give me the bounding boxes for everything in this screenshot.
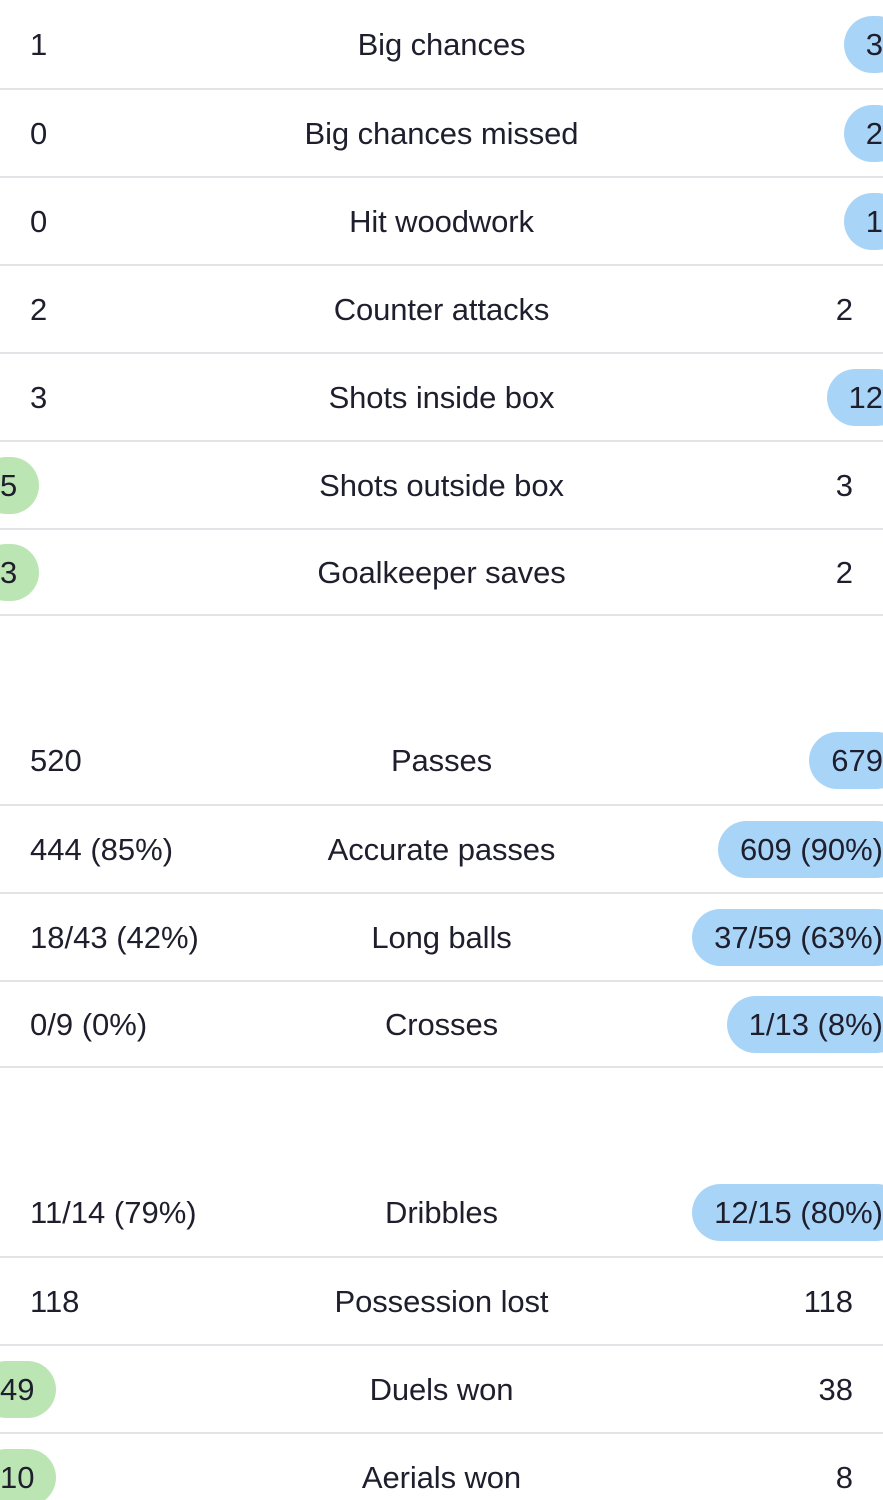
home-value: 3 xyxy=(30,379,48,415)
stat-row: 5 Shots outside box 3 xyxy=(0,440,883,528)
away-value-cell: 2 xyxy=(583,266,883,352)
stat-row: 0/9 (0%) Crosses 1/13 (8%) xyxy=(0,980,883,1068)
stat-row: 1 Big chances 3 xyxy=(0,0,883,88)
stat-label: Possession lost xyxy=(334,1283,549,1319)
home-value-cell: 0/9 (0%) xyxy=(0,982,300,1066)
away-value: 1/13 (8%) xyxy=(726,995,883,1053)
stat-section-attacking: 1 Big chances 3 0 Big chances missed 2 0 Hit wo… xyxy=(0,0,883,616)
stat-label: Big chances missed xyxy=(304,115,579,151)
away-value: 679 xyxy=(809,731,883,789)
home-value-cell: 18/43 (42%) xyxy=(0,894,300,980)
stat-label: Accurate passes xyxy=(327,831,556,867)
away-value: 609 (90%) xyxy=(717,820,883,878)
stat-row: 3 Goalkeeper saves 2 xyxy=(0,528,883,616)
home-value-cell: 0 xyxy=(0,90,300,176)
home-value-cell: 5 xyxy=(0,442,300,528)
stat-row: 0 Hit woodwork 1 xyxy=(0,176,883,264)
home-value: 0 xyxy=(30,203,48,239)
home-value-cell: 10 xyxy=(0,1434,300,1500)
stat-label: Counter attacks xyxy=(333,291,550,327)
away-value-cell: 1 xyxy=(583,178,883,264)
home-value-cell: 0 xyxy=(0,178,300,264)
stat-label: Duels won xyxy=(369,1371,514,1407)
home-value: 2 xyxy=(30,291,48,327)
stat-section-passes: 520 Passes 679 444 (85%) Accurate passes 609 … xyxy=(0,716,883,1068)
stat-label: Shots inside box xyxy=(328,379,555,415)
stat-row: 11/14 (79%) Dribbles 12/15 (80%) xyxy=(0,1168,883,1256)
away-value-cell: 37/59 (63%) xyxy=(583,894,883,980)
away-value: 2 xyxy=(835,554,853,590)
stat-row: 520 Passes 679 xyxy=(0,716,883,804)
away-value: 38 xyxy=(818,1371,853,1407)
away-value-cell: 12/15 (80%) xyxy=(583,1168,883,1256)
away-value: 3 xyxy=(835,467,853,503)
stat-row: 49 Duels won 38 xyxy=(0,1344,883,1432)
away-value-cell: 609 (90%) xyxy=(583,806,883,892)
away-value: 8 xyxy=(835,1459,853,1495)
away-value: 1 xyxy=(843,192,883,250)
away-value-cell: 1/13 (8%) xyxy=(583,982,883,1066)
home-value-cell: 49 xyxy=(0,1346,300,1432)
stat-label: Dribbles xyxy=(385,1194,498,1230)
away-value: 2 xyxy=(835,291,853,327)
home-value: 520 xyxy=(30,742,82,778)
home-value: 49 xyxy=(0,1360,57,1418)
away-value-cell: 12 xyxy=(583,354,883,440)
home-value-cell: 3 xyxy=(0,354,300,440)
home-value: 0 xyxy=(30,115,48,151)
away-value-cell: 679 xyxy=(583,716,883,804)
away-value: 12/15 (80%) xyxy=(692,1183,883,1241)
match-statistics-panel: 1 Big chances 3 0 Big chances missed 2 0 Hit wo… xyxy=(0,0,883,1500)
stat-label: Shots outside box xyxy=(319,467,564,503)
home-value: 118 xyxy=(30,1283,80,1319)
stat-row: 10 Aerials won 8 xyxy=(0,1432,883,1500)
away-value: 12 xyxy=(826,368,883,426)
away-value: 118 xyxy=(803,1283,853,1319)
stat-label: Goalkeeper saves xyxy=(317,554,566,590)
away-value: 2 xyxy=(843,104,883,162)
home-value: 444 (85%) xyxy=(30,831,174,867)
stat-section-duels: 11/14 (79%) Dribbles 12/15 (80%) 118 Possess… xyxy=(0,1168,883,1500)
home-value-cell: 118 xyxy=(0,1258,300,1344)
home-value: 0/9 (0%) xyxy=(30,1006,148,1042)
away-value-cell: 3 xyxy=(583,442,883,528)
away-value: 37/59 (63%) xyxy=(692,908,883,966)
home-value-cell: 520 xyxy=(0,716,300,804)
away-value-cell: 3 xyxy=(583,0,883,88)
home-value: 5 xyxy=(0,456,40,514)
home-value: 10 xyxy=(0,1448,57,1500)
home-value: 11/14 (79%) xyxy=(30,1194,197,1230)
home-value-cell: 11/14 (79%) xyxy=(0,1168,300,1256)
stat-row: 2 Counter attacks 2 xyxy=(0,264,883,352)
home-value-cell: 3 xyxy=(0,530,300,614)
stat-label: Big chances xyxy=(357,26,526,62)
stat-row: 118 Possession lost 118 xyxy=(0,1256,883,1344)
away-value: 3 xyxy=(843,15,883,73)
away-value-cell: 118 xyxy=(583,1258,883,1344)
stat-label: Crosses xyxy=(385,1006,498,1042)
stat-label: Long balls xyxy=(371,919,512,955)
home-value: 3 xyxy=(0,543,40,601)
home-value: 1 xyxy=(30,26,48,62)
stat-label: Aerials won xyxy=(361,1459,522,1495)
home-value-cell: 2 xyxy=(0,266,300,352)
stat-label: Hit woodwork xyxy=(349,203,534,239)
section-gap xyxy=(0,1068,883,1168)
away-value-cell: 2 xyxy=(583,530,883,614)
stat-label: Passes xyxy=(390,742,493,778)
stat-row: 18/43 (42%) Long balls 37/59 (63%) xyxy=(0,892,883,980)
stat-row: 0 Big chances missed 2 xyxy=(0,88,883,176)
away-value-cell: 8 xyxy=(583,1434,883,1500)
home-value-cell: 444 (85%) xyxy=(0,806,300,892)
home-value: 18/43 (42%) xyxy=(30,919,199,955)
away-value-cell: 38 xyxy=(583,1346,883,1432)
away-value-cell: 2 xyxy=(583,90,883,176)
home-value-cell: 1 xyxy=(0,0,300,88)
section-gap xyxy=(0,616,883,716)
stat-row: 444 (85%) Accurate passes 609 (90%) xyxy=(0,804,883,892)
stat-row: 3 Shots inside box 12 xyxy=(0,352,883,440)
